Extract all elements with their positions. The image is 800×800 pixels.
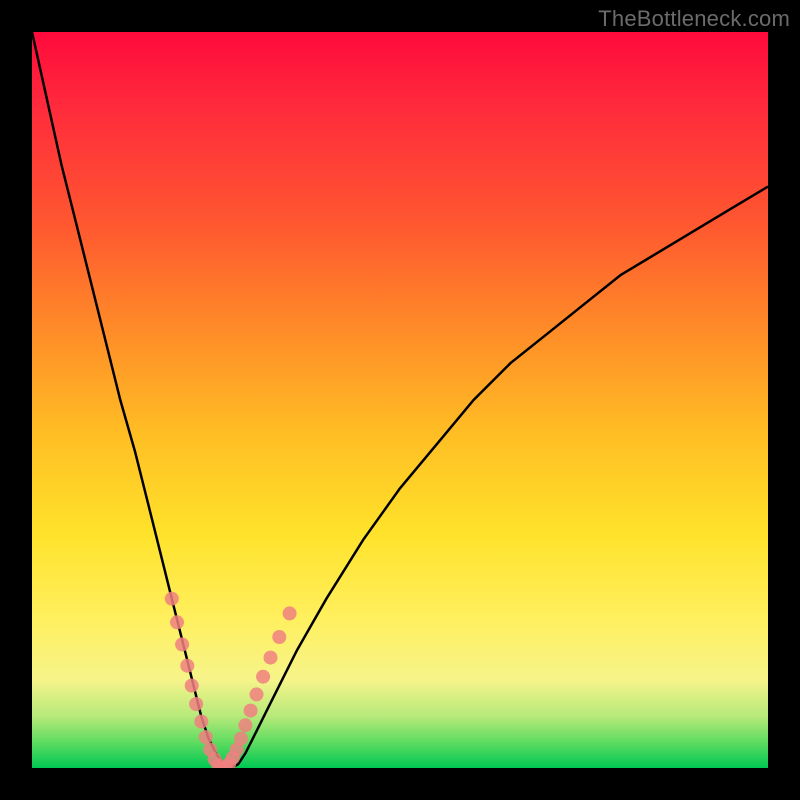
sample-dot (165, 592, 179, 606)
sample-dot (238, 718, 252, 732)
sample-dot (234, 732, 248, 746)
sample-dot (194, 715, 208, 729)
sample-dot (264, 651, 278, 665)
chart-plot-area (32, 32, 768, 768)
chart-svg (32, 32, 768, 768)
sample-dot (272, 630, 286, 644)
sample-dots-group (165, 592, 297, 768)
sample-dot (256, 670, 270, 684)
sample-dot (180, 659, 194, 673)
sample-dot (244, 704, 258, 718)
chart-frame: TheBottleneck.com (0, 0, 800, 800)
bottleneck-curve-path (32, 32, 768, 768)
sample-dot (250, 687, 264, 701)
sample-dot (185, 679, 199, 693)
sample-dot (283, 606, 297, 620)
sample-dot (199, 730, 213, 744)
sample-dot (175, 637, 189, 651)
watermark-text: TheBottleneck.com (598, 6, 790, 32)
sample-dot (170, 615, 184, 629)
sample-dot (189, 697, 203, 711)
